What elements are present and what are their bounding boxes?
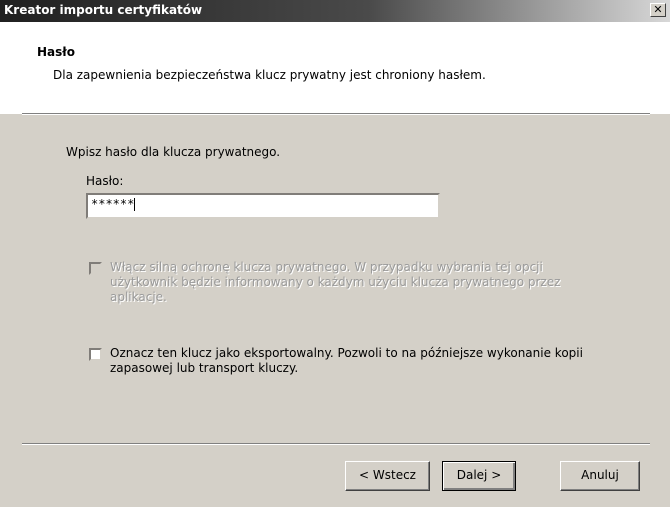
strong-protection-label: Włącz silną ochronę klucza prywatnego. W… bbox=[110, 260, 561, 304]
page-subtitle: Dla zapewnienia bezpieczeństwa klucz pry… bbox=[53, 68, 486, 82]
exportable-label: Oznacz ten klucz jako eksportowalny. Poz… bbox=[110, 346, 583, 375]
close-icon[interactable]: ✕ bbox=[650, 3, 666, 17]
password-field[interactable]: ****** bbox=[86, 193, 440, 219]
cancel-button[interactable]: Anuluj bbox=[560, 461, 640, 491]
header-divider bbox=[22, 113, 650, 115]
title-bar[interactable]: Kreator importu certyfikatów ✕ bbox=[0, 0, 670, 22]
exportable-checkbox[interactable] bbox=[89, 348, 102, 361]
wizard-header: Hasło Dla zapewnienia bezpieczeństwa klu… bbox=[0, 22, 670, 114]
text-caret bbox=[134, 198, 136, 211]
next-button[interactable]: Dalej > bbox=[442, 461, 516, 491]
password-value: ****** bbox=[91, 197, 135, 211]
certificate-import-wizard: Kreator importu certyfikatów ✕ Hasło Dla… bbox=[0, 0, 670, 507]
window-title: Kreator importu certyfikatów bbox=[4, 3, 203, 17]
password-label: Hasło: bbox=[86, 174, 124, 188]
password-prompt: Wpisz hasło dla klucza prywatnego. bbox=[66, 145, 281, 159]
footer-divider bbox=[22, 443, 650, 445]
back-button[interactable]: < Wstecz bbox=[345, 461, 430, 491]
strong-protection-checkbox[interactable] bbox=[89, 262, 102, 275]
page-title: Hasło bbox=[37, 45, 75, 59]
